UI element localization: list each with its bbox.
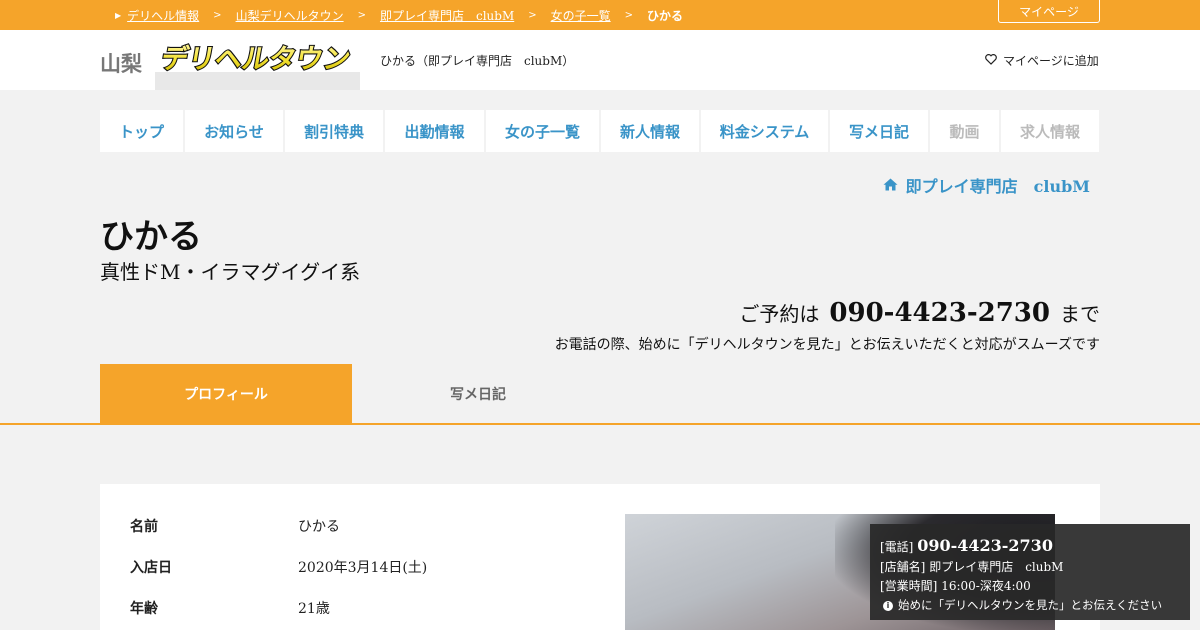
contact-shop-label: [店舗名] — [880, 560, 926, 574]
breadcrumb-item-deliheal-info[interactable]: デリヘル情報 — [127, 7, 199, 24]
nav-item-newcomers[interactable]: 新人情報 — [601, 110, 699, 152]
breadcrumb-separator: > — [213, 9, 222, 21]
breadcrumb-separator: > — [624, 9, 634, 21]
profile-value: 2020年3月14日(土) — [298, 560, 428, 576]
info-icon: i — [883, 600, 893, 611]
nav-item-schedule[interactable]: 出勤情報 — [385, 110, 484, 152]
tabs-underline — [0, 423, 1200, 425]
mypage-button[interactable]: マイページ — [998, 0, 1100, 23]
profile-value: 21歳 — [298, 601, 330, 617]
contact-hint-line: i 始めに「デリヘルタウンを見た」とお伝えください — [880, 596, 1180, 615]
breadcrumb-item-girls-list[interactable]: 女の子一覧 — [551, 7, 611, 24]
reserve-phone[interactable]: 090-4423-2730 — [829, 298, 1050, 328]
breadcrumb-separator: > — [528, 9, 537, 21]
profile-key: 年齢 — [130, 601, 158, 617]
contact-tel-line: [電話] 090-4423-2730 — [880, 535, 1180, 558]
contact-hours-label: [営業時間] — [880, 579, 938, 593]
heart-icon — [985, 53, 997, 68]
reserve-note: お電話の際、始めに「デリヘルタウンを見た」とお伝えいただくと対応がスムーズです — [554, 337, 1100, 353]
reserve-prefix: ご予約は — [739, 302, 820, 326]
breadcrumb-item-yamanashi[interactable]: 山梨デリヘルタウン — [236, 7, 344, 24]
nav-item-diary[interactable]: 写メ日記 — [830, 110, 928, 152]
site-header: 山梨 デリヘルタウン ひかる（即プレイ専門店 clubM） マイページに追加 — [0, 30, 1200, 90]
floating-contact-box: [電話] 090-4423-2730 [店舗名] 即プレイ専門店 clubM [… — [870, 524, 1190, 620]
svg-text:デリヘルタウン: デリヘルタウン — [158, 43, 352, 75]
shop-link-label: 即プレイ専門店 clubM — [905, 177, 1090, 196]
contact-tel-label: [電話] — [880, 540, 914, 554]
home-icon — [883, 176, 898, 195]
profile-row: 年齢 21歳 — [130, 598, 330, 618]
profile-value: ひかる — [298, 519, 340, 535]
breadcrumb-bar: ▶ デリヘル情報 > 山梨デリヘルタウン > 即プレイ専門店 clubM > 女… — [0, 0, 1200, 30]
girl-catchcopy: 真性ドM・イラマグイグイ系 — [100, 260, 361, 284]
contact-tel[interactable]: 090-4423-2730 — [917, 536, 1053, 555]
contact-shop: 即プレイ専門店 clubM — [929, 560, 1064, 574]
nav-item-price[interactable]: 料金システム — [701, 110, 828, 152]
nav-item-top[interactable]: トップ — [100, 110, 183, 152]
shop-top-link[interactable]: 即プレイ専門店 clubM — [883, 173, 1090, 197]
reservation-line: ご予約は 090-4423-2730 まで — [739, 298, 1100, 328]
breadcrumb-item-shop[interactable]: 即プレイ専門店 clubM — [380, 7, 514, 24]
contact-hours-line: [営業時間] 16:00-深夜4:00 — [880, 577, 1180, 596]
tab-profile[interactable]: プロフィール — [100, 364, 352, 424]
breadcrumb-separator: > — [357, 9, 366, 21]
tab-diary[interactable]: 写メ日記 — [352, 364, 604, 424]
contact-shop-line: [店舗名] 即プレイ専門店 clubM — [880, 558, 1180, 577]
reserve-suffix: まで — [1060, 302, 1100, 326]
profile-key: 入店日 — [130, 560, 172, 576]
contact-hint: 始めに「デリヘルタウンを見た」とお伝えください — [898, 598, 1163, 612]
shop-subtitle: ひかる（即プレイ専門店 clubM） — [380, 54, 575, 68]
nav-item-recruit: 求人情報 — [1001, 110, 1099, 152]
nav-item-news[interactable]: お知らせ — [185, 110, 283, 152]
girl-name-heading: ひかる — [100, 217, 202, 257]
nav-item-discount[interactable]: 割引特典 — [285, 110, 383, 152]
site-logo[interactable]: デリヘルタウン — [155, 38, 360, 90]
contact-hours: 16:00-深夜4:00 — [941, 579, 1031, 593]
nav-item-video: 動画 — [930, 110, 999, 152]
profile-key: 名前 — [130, 519, 158, 535]
main-nav: トップ お知らせ 割引特典 出勤情報 女の子一覧 新人情報 料金システム 写メ日… — [100, 110, 1099, 152]
profile-row: 名前 ひかる — [130, 516, 340, 536]
breadcrumb-current: ひかる — [647, 8, 684, 23]
nav-item-girls[interactable]: 女の子一覧 — [486, 110, 599, 152]
prefecture-label: 山梨 — [100, 52, 142, 76]
breadcrumb: ▶ デリヘル情報 > 山梨デリヘルタウン > 即プレイ専門店 clubM > 女… — [115, 0, 683, 30]
profile-row: 入店日 2020年3月14日(土) — [130, 557, 427, 577]
add-mypage-label: マイページに追加 — [1003, 54, 1099, 68]
add-mypage-link[interactable]: マイページに追加 — [985, 52, 1099, 69]
caret-right-icon: ▶ — [115, 10, 122, 20]
